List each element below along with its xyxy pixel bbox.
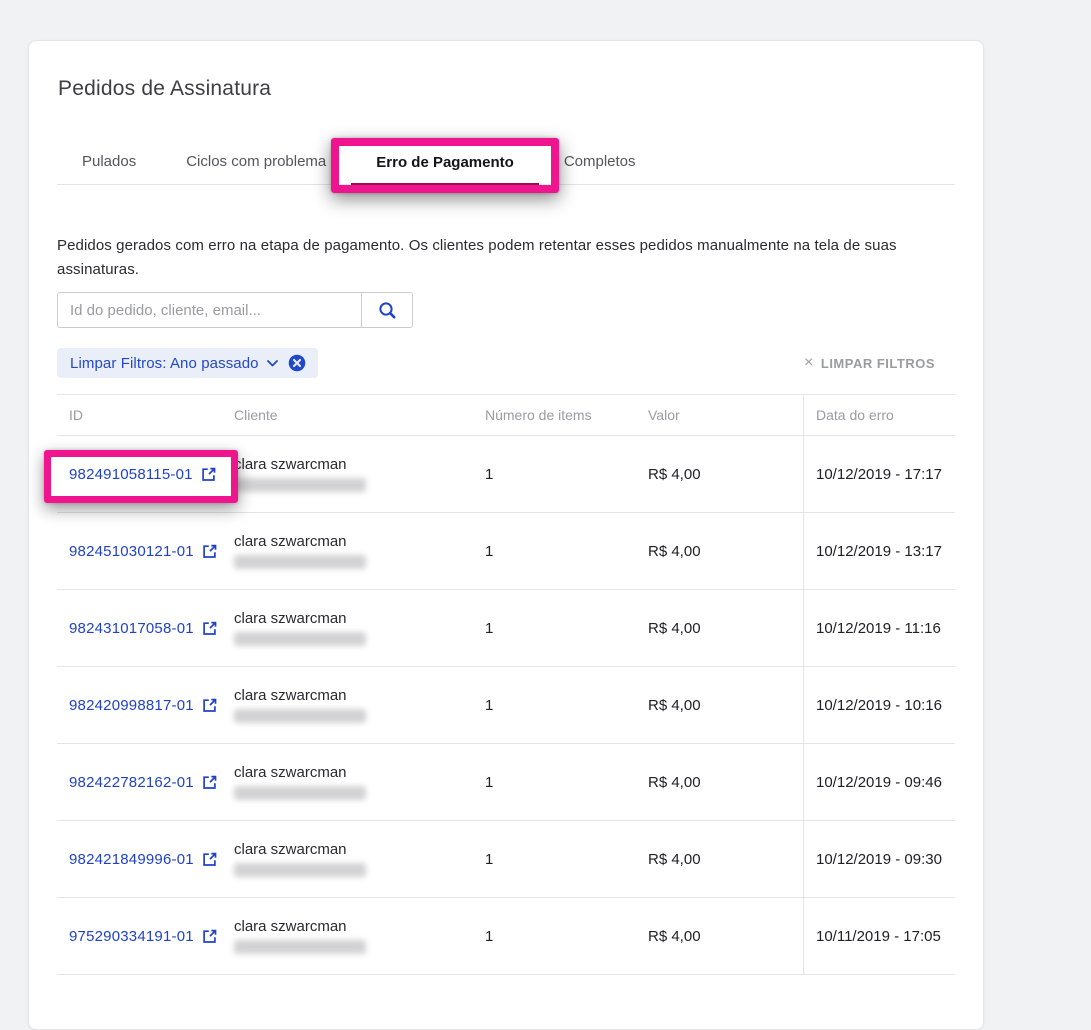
table-row: 982421849996-01 clara szwarcman 1 R$ 4,0… [57, 821, 955, 898]
external-link-icon[interactable] [202, 929, 217, 944]
table-row: 982431017058-01 clara szwarcman 1 R$ 4,0… [57, 590, 955, 667]
clear-filters-label: LIMPAR FILTROS [821, 356, 935, 371]
items-count: 1 [485, 667, 648, 743]
column-header-id: ID [57, 395, 234, 435]
order-id-link[interactable]: 982422782162-01 [69, 774, 194, 791]
table-row: 982420998817-01 clara szwarcman 1 R$ 4,0… [57, 667, 955, 744]
external-link-icon[interactable] [202, 775, 217, 790]
table-row: 982451030121-01 clara szwarcman 1 R$ 4,0… [57, 513, 955, 590]
tab-ciclos-com-problema[interactable]: Ciclos com problema [161, 153, 351, 184]
error-date: 10/12/2019 - 13:17 [803, 513, 955, 589]
error-date: 10/12/2019 - 09:30 [803, 821, 955, 897]
order-value: R$ 4,00 [648, 436, 803, 512]
tab-bar: Pulados Ciclos com problema Erro de Paga… [57, 153, 955, 185]
error-date: 10/12/2019 - 10:16 [803, 667, 955, 743]
client-name: clara szwarcman [234, 610, 347, 627]
client-email-redacted [234, 478, 366, 492]
client-name: clara szwarcman [234, 764, 347, 781]
client-name: clara szwarcman [234, 918, 347, 935]
items-count: 1 [485, 590, 648, 666]
items-count: 1 [485, 513, 648, 589]
table-row: 982491058115-01 clara szwarcman 1 R$ 4,0… [57, 436, 955, 513]
tab-erro-de-pagamento[interactable]: Erro de Pagamento [351, 154, 539, 186]
clear-filters-button[interactable]: × LIMPAR FILTROS [804, 355, 935, 371]
external-link-icon[interactable] [202, 621, 217, 636]
order-value: R$ 4,00 [648, 821, 803, 897]
client-email-redacted [234, 940, 366, 954]
error-date: 10/12/2019 - 09:46 [803, 744, 955, 820]
order-value: R$ 4,00 [648, 744, 803, 820]
external-link-icon[interactable] [201, 467, 216, 482]
error-date: 10/11/2019 - 17:05 [803, 898, 955, 974]
client-email-redacted [234, 555, 366, 569]
column-header-numero-de-items: Número de items [485, 395, 648, 435]
client-email-redacted [234, 863, 366, 877]
external-link-icon[interactable] [202, 698, 217, 713]
error-date: 10/12/2019 - 17:17 [803, 436, 955, 512]
chevron-down-icon[interactable] [267, 360, 278, 367]
filter-row: Limpar Filtros: Ano passado × LIMPAR FIL… [57, 348, 955, 378]
order-value: R$ 4,00 [648, 667, 803, 743]
table-header-row: ID Cliente Número de items Valor Data do… [57, 394, 955, 436]
table-body: 982491058115-01 clara szwarcman 1 R$ 4,0… [57, 436, 955, 975]
order-value: R$ 4,00 [648, 513, 803, 589]
client-name: clara szwarcman [234, 456, 347, 473]
search-input[interactable] [58, 293, 361, 327]
order-value: R$ 4,00 [648, 898, 803, 974]
order-id-link[interactable]: 982420998817-01 [69, 697, 194, 714]
tab-completos[interactable]: Completos [539, 153, 661, 184]
search-icon [378, 301, 397, 320]
external-link-icon[interactable] [202, 852, 217, 867]
x-icon: × [804, 355, 814, 371]
items-count: 1 [485, 744, 648, 820]
items-count: 1 [485, 898, 648, 974]
tab-erro-de-pagamento-label: Erro de Pagamento [376, 154, 514, 171]
subscription-orders-page: { "page": { "title": "Pedidos de Assinat… [0, 0, 1091, 975]
client-email-redacted [234, 709, 366, 723]
order-id-link[interactable]: 982431017058-01 [69, 620, 194, 637]
filter-chip-ano-passado[interactable]: Limpar Filtros: Ano passado [57, 348, 318, 378]
filter-chip-label: Limpar Filtros: Ano passado [70, 355, 259, 372]
order-id-link[interactable]: 982421849996-01 [69, 851, 194, 868]
client-name: clara szwarcman [234, 841, 347, 858]
error-date: 10/12/2019 - 11:16 [803, 590, 955, 666]
external-link-icon[interactable] [202, 544, 217, 559]
client-email-redacted [234, 632, 366, 646]
column-header-valor: Valor [648, 395, 803, 435]
items-count: 1 [485, 821, 648, 897]
order-id-link[interactable]: 975290334191-01 [69, 928, 194, 945]
page-title: Pedidos de Assinatura [58, 77, 955, 101]
order-id-link[interactable]: 982451030121-01 [69, 543, 194, 560]
orders-table: ID Cliente Número de items Valor Data do… [57, 394, 955, 975]
column-header-cliente: Cliente [234, 395, 485, 435]
client-name: clara szwarcman [234, 687, 347, 704]
subscription-orders-card: Pedidos de Assinatura Pulados Ciclos com… [28, 40, 984, 1030]
order-id-link[interactable]: 982491058115-01 [69, 466, 193, 483]
table-row: 982422782162-01 clara szwarcman 1 R$ 4,0… [57, 744, 955, 821]
tab-description: Pedidos gerados com erro na etapa de pag… [57, 234, 955, 282]
order-value: R$ 4,00 [648, 590, 803, 666]
search-box [57, 292, 413, 328]
column-header-data-do-erro: Data do erro [803, 395, 955, 435]
search-button[interactable] [361, 293, 412, 327]
items-count: 1 [485, 436, 648, 512]
client-email-redacted [234, 786, 366, 800]
table-row: 975290334191-01 clara szwarcman 1 R$ 4,0… [57, 898, 955, 975]
client-name: clara szwarcman [234, 533, 347, 550]
tab-pulados[interactable]: Pulados [57, 153, 161, 184]
circle-close-icon[interactable] [288, 354, 306, 372]
